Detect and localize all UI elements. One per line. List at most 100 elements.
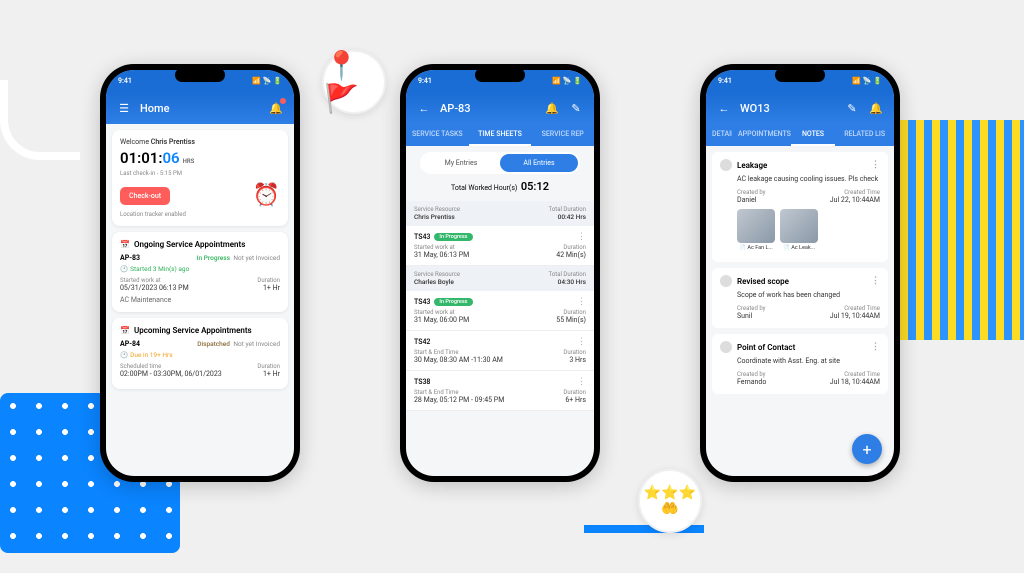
status-tag: In Progress xyxy=(197,254,230,262)
menu-icon[interactable]: ☰ xyxy=(116,100,132,116)
ts-id: TS43 xyxy=(414,233,430,241)
ongoing-appointments-card[interactable]: 📅Ongoing Service Appointments AP-83 In P… xyxy=(112,232,288,312)
more-icon[interactable]: ⋮ xyxy=(577,232,586,242)
note-body: Scope of work has been changed xyxy=(737,291,880,300)
checkout-button[interactable]: Check-out xyxy=(120,187,170,205)
rating-badge-icon: ⭐⭐⭐🤲 xyxy=(638,469,702,533)
invoice-tag: Not yet Invoiced xyxy=(233,340,280,348)
work-timer: 01:01:06HRS xyxy=(120,149,280,167)
toggle-my-entries[interactable]: My Entries xyxy=(422,154,500,172)
add-note-fab[interactable]: + xyxy=(852,434,882,464)
calendar-icon: 📅 xyxy=(120,240,130,249)
note-body: Coordinate with Asst. Eng. at site xyxy=(737,357,880,366)
resource-header: Service ResourceChris PrentissTotal Dura… xyxy=(406,201,594,226)
tab-service-rep[interactable]: SERVICE REP xyxy=(531,124,594,146)
clock-small-icon: 🕐 xyxy=(120,265,128,273)
more-icon[interactable]: ⋮ xyxy=(871,160,880,170)
status-pill: In Progress xyxy=(434,233,472,241)
app-bar: ☰ Home 🔔 xyxy=(106,92,294,124)
attachment-thumb[interactable]: Ac Leak... xyxy=(780,209,818,243)
calendar-icon: 📅 xyxy=(120,326,130,335)
tab-related[interactable]: RELATED LIS xyxy=(835,124,894,146)
more-icon[interactable]: ⋮ xyxy=(577,337,586,347)
due-in: 🕐Due in 19+ Hrs xyxy=(120,351,280,359)
upcoming-title: 📅Upcoming Service Appointments xyxy=(120,326,280,335)
more-icon[interactable]: ⋮ xyxy=(577,377,586,387)
status-icons: 📶 📡 🔋 xyxy=(852,77,882,85)
tab-service-tasks[interactable]: SERVICE TASKS xyxy=(406,124,469,146)
back-icon[interactable]: ← xyxy=(716,100,732,116)
upcoming-appointments-card[interactable]: 📅Upcoming Service Appointments AP-84 Dis… xyxy=(112,318,288,389)
note-body: AC leakage causing cooling issues. Pls c… xyxy=(737,175,880,184)
phone-notch xyxy=(775,68,825,82)
page-title: AP-83 xyxy=(440,102,536,115)
welcome-text: Welcome Chris Prentiss xyxy=(120,138,280,146)
avatar xyxy=(720,341,732,353)
timesheet-entry[interactable]: TS38⋮Start & End Time28 May, 05:12 PM - … xyxy=(406,371,594,411)
bell-icon[interactable]: 🔔 xyxy=(268,100,284,116)
note-title: Leakage xyxy=(737,161,767,170)
page-title: WO13 xyxy=(740,102,836,115)
appt-id: AP-84 xyxy=(120,340,140,348)
avatar xyxy=(720,275,732,287)
status-tag: Dispatched xyxy=(197,340,230,348)
status-time: 9:41 xyxy=(718,77,732,85)
more-icon[interactable]: ⋮ xyxy=(871,342,880,352)
status-icons: 📶 📡 🔋 xyxy=(552,77,582,85)
more-icon[interactable]: ⋮ xyxy=(871,276,880,286)
note-title: Point of Contact xyxy=(737,343,795,352)
attachment-label: Ac Fan L... xyxy=(737,245,775,251)
map-route-badge-icon: 📍🚩 xyxy=(322,50,386,114)
phone-notes: 9:41 📶 📡 🔋 ← WO13 ✎ 🔔 DETAILS APPOINTMEN… xyxy=(700,64,900,482)
more-icon[interactable]: ⋮ xyxy=(577,297,586,307)
phone-notch xyxy=(475,68,525,82)
ts-id: TS43 xyxy=(414,298,430,306)
app-bar: ← AP-83 🔔 ✎ xyxy=(406,92,594,124)
ts-id: TS42 xyxy=(414,338,430,346)
phone-timesheets: 9:41 📶 📡 🔋 ← AP-83 🔔 ✎ SERVICE TASKS TIM… xyxy=(400,64,600,482)
timesheet-entry[interactable]: TS42⋮Start & End Time30 May, 08:30 AM -1… xyxy=(406,331,594,371)
attachment-thumb[interactable]: Ac Fan L... xyxy=(737,209,775,243)
bell-icon[interactable]: 🔔 xyxy=(544,100,560,116)
edit-icon[interactable]: ✎ xyxy=(844,100,860,116)
timesheet-list: Service ResourceChris PrentissTotal Dura… xyxy=(406,201,594,411)
status-time: 9:41 xyxy=(418,77,432,85)
attachment-label: Ac Leak... xyxy=(780,245,818,251)
service-name: AC Maintenance xyxy=(120,296,280,304)
resource-header: Service ResourceCharles BoyleTotal Durat… xyxy=(406,266,594,291)
timesheet-entry[interactable]: TS43In Progress⋮Started work at31 May, 0… xyxy=(406,226,594,266)
appt-id: AP-83 xyxy=(120,254,140,262)
tracker-status: Location tracker enabled xyxy=(120,211,280,218)
tab-details[interactable]: DETAILS xyxy=(706,124,732,146)
tab-time-sheets[interactable]: TIME SHEETS xyxy=(469,124,532,146)
total-worked: Total Worked Hour(s) 05:12 xyxy=(406,180,594,193)
tab-appointments[interactable]: APPOINTMENTS xyxy=(732,124,791,146)
toggle-all-entries[interactable]: All Entries xyxy=(500,154,578,172)
started-ago: 🕐Started 3 Min(s) ago xyxy=(120,265,280,273)
timesheet-entry[interactable]: TS43In Progress⋮Started work at31 May, 0… xyxy=(406,291,594,331)
edit-icon[interactable]: ✎ xyxy=(568,100,584,116)
status-icons: 📶 📡 🔋 xyxy=(252,77,282,85)
tab-notes[interactable]: NOTES xyxy=(791,124,836,146)
note-card[interactable]: Point of Contact ⋮ Coordinate with Asst. E… xyxy=(712,334,888,394)
note-card[interactable]: Leakage ⋮ AC leakage causing cooling issue… xyxy=(712,152,888,262)
notes-list: Leakage ⋮ AC leakage causing cooling issue… xyxy=(706,146,894,472)
phone-home: 9:41 📶 📡 🔋 ☰ Home 🔔 Welcome Chris Prenti… xyxy=(100,64,300,482)
bg-deco-squares xyxy=(884,120,1024,340)
note-card[interactable]: Revised scope ⋮ Scope of work has been cha… xyxy=(712,268,888,328)
clock-icon: ⏰ xyxy=(253,183,280,208)
clock-small-icon: 🕐 xyxy=(120,351,128,359)
bell-icon[interactable]: 🔔 xyxy=(868,100,884,116)
avatar xyxy=(720,159,732,171)
note-title: Revised scope xyxy=(737,277,789,286)
phone-notch xyxy=(175,68,225,82)
tab-bar: DETAILS APPOINTMENTS NOTES RELATED LIS xyxy=(706,124,894,146)
app-bar: ← WO13 ✎ 🔔 xyxy=(706,92,894,124)
last-checkin: Last check-in - 5:15 PM xyxy=(120,170,280,177)
status-time: 9:41 xyxy=(118,77,132,85)
bg-deco-arc xyxy=(0,80,80,160)
ts-id: TS38 xyxy=(414,378,430,386)
page-title: Home xyxy=(140,102,260,115)
back-icon[interactable]: ← xyxy=(416,100,432,116)
checkin-card: Welcome Chris Prentiss 01:01:06HRS Last … xyxy=(112,130,288,226)
